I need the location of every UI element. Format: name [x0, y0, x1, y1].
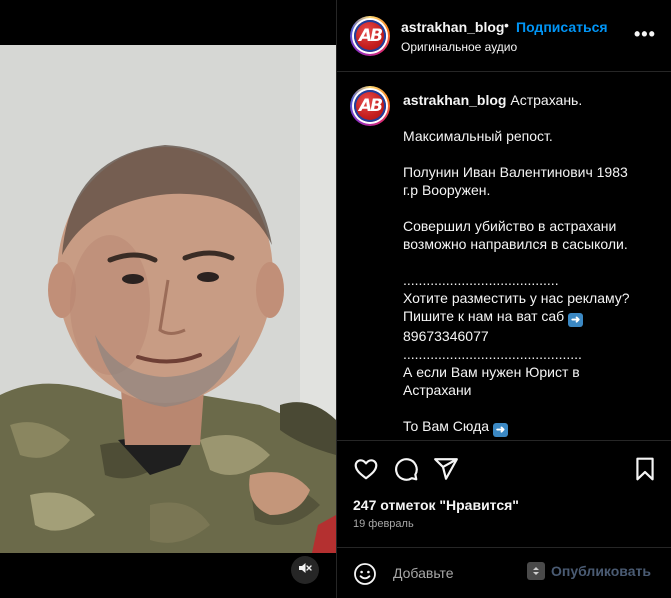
sort-arrows-icon [527, 562, 545, 580]
brand-logo: AB [354, 20, 386, 52]
comment-bar: Опубликовать [337, 547, 671, 598]
emoji-icon[interactable] [353, 562, 377, 586]
publish-button[interactable]: Опубликовать [551, 563, 651, 579]
caption-line: Астрахань. [510, 92, 583, 108]
post-actions [337, 442, 671, 492]
caption-line: возможно направился в сасыколи. [403, 236, 628, 252]
arrow-right-emoji-icon: ➜ [568, 313, 584, 327]
heart-icon[interactable] [353, 456, 379, 482]
caption-text: astrakhan_blog Астрахань. Максимальный р… [403, 91, 643, 437]
video-still-portrait [0, 45, 336, 553]
arrow-right-emoji-icon: ➜ [492, 423, 508, 437]
caption-line: Пишите к нам на ват саб [403, 308, 565, 324]
caption-line: То Вам Сюда [403, 418, 490, 434]
post-date[interactable]: 19 февраль [353, 518, 414, 530]
likes-count[interactable]: 247 отметок "Нравится" [353, 497, 519, 513]
caption-line: Максимальный репост. [403, 128, 553, 144]
send-icon[interactable] [433, 456, 459, 482]
caption-divider: ........................................ [403, 272, 559, 288]
bookmark-icon[interactable] [632, 456, 658, 482]
caption-author-avatar[interactable]: AB [350, 86, 390, 126]
post-header: AB astrakhan_blog • Подписаться Оригинал… [337, 0, 671, 72]
follow-button[interactable]: Подписаться [516, 19, 608, 35]
mute-button[interactable] [291, 556, 319, 584]
post-media[interactable] [0, 0, 336, 598]
audio-label[interactable]: Оригинальное аудио [401, 40, 517, 54]
caption-line: г.р Вооружен. [403, 182, 491, 198]
author-avatar[interactable]: AB [350, 16, 390, 56]
caption-username[interactable]: astrakhan_blog [403, 92, 506, 108]
caption-phone: 89673346077 [403, 328, 489, 344]
brand-logo: AB [354, 90, 386, 122]
speaker-muted-icon [298, 561, 312, 580]
caption-line: Астрахани [403, 382, 472, 398]
caption-line: Полунин Иван Валентинович 1983 [403, 164, 628, 180]
publish-area: Опубликовать [527, 562, 651, 580]
comment-input[interactable] [393, 562, 543, 584]
author-username[interactable]: astrakhan_blog [401, 19, 504, 35]
post-caption: AB astrakhan_blog Астрахань. Максимальны… [337, 73, 671, 441]
post-side-panel: AB astrakhan_blog • Подписаться Оригинал… [336, 0, 671, 598]
caption-line: А если Вам нужен Юрист в [403, 364, 580, 380]
caption-line: Совершил убийство в астрахани [403, 218, 617, 234]
caption-line: Хотите разместить у нас рекламу? [403, 290, 630, 306]
separator-dot: • [504, 17, 509, 33]
caption-divider: ........................................… [403, 346, 582, 362]
video-frame[interactable] [0, 45, 336, 553]
comment-icon[interactable] [393, 456, 419, 482]
more-options-icon[interactable]: ••• [634, 24, 656, 45]
